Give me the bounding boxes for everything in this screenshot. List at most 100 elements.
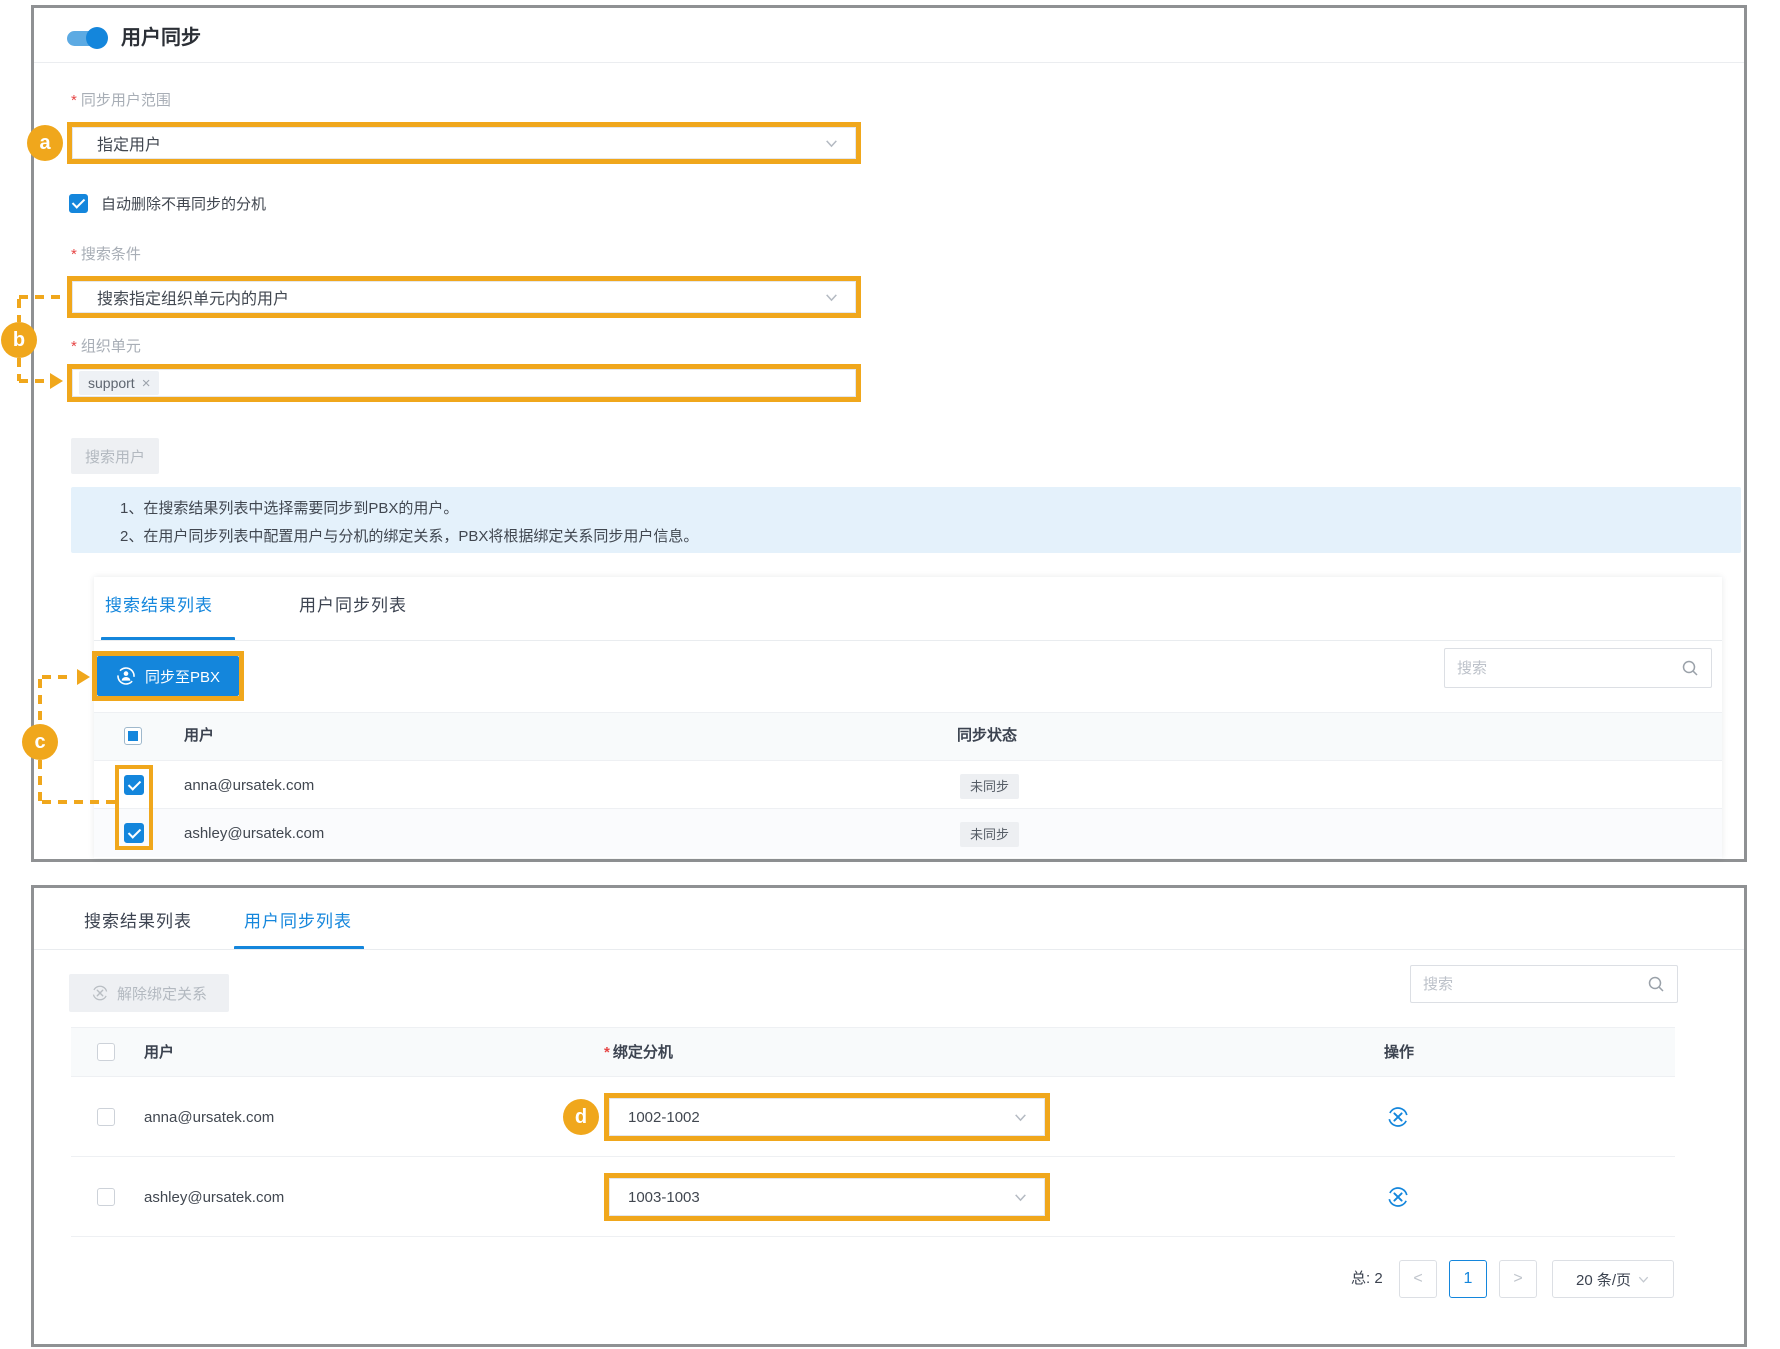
sync-user-icon — [116, 666, 136, 686]
tab-user-sync[interactable]: 用户同步列表 — [299, 595, 407, 617]
chevron-down-icon — [1013, 1110, 1028, 1125]
required-mark: * — [71, 246, 77, 263]
info-box: 1、在搜索结果列表中选择需要同步到PBX的用户。 2、在用户同步列表中配置用户与… — [71, 487, 1741, 553]
screenshot-stage: 用户同步 *同步用户范围 指定用户 a 自动删除不再同步的分机 *搜索条件 搜索… — [0, 0, 1780, 1349]
column-header-operation: 操作 — [1384, 1044, 1414, 1062]
sync-status-badge: 未同步 — [960, 822, 1019, 847]
org-unit-tag: support × — [79, 371, 159, 395]
info-line-2: 2、在用户同步列表中配置用户与分机的绑定关系，PBX将根据绑定关系同步用户信息。 — [71, 527, 1741, 547]
page-title: 用户同步 — [121, 26, 201, 50]
tabbar-divider — [34, 949, 1744, 950]
highlight-box-sync-button: 同步至PBX — [92, 651, 244, 701]
annotation-marker-c: c — [22, 724, 58, 760]
next-page-button[interactable]: > — [1499, 1260, 1537, 1298]
annotation-line — [19, 379, 50, 383]
column-header-sync-status: 同步状态 — [957, 727, 1017, 745]
unbind-icon — [91, 984, 109, 1002]
toggle-knob — [86, 27, 108, 49]
required-mark: * — [71, 92, 77, 109]
annotation-line — [17, 299, 21, 322]
unbind-action-icon[interactable] — [1386, 1105, 1410, 1129]
search-users-button[interactable]: 搜索用户 — [71, 438, 159, 474]
sync-scope-label: *同步用户范围 — [71, 92, 171, 110]
search-results-card: 搜索结果列表 用户同步列表 同步至PBX — [94, 577, 1722, 858]
required-mark: * — [71, 338, 77, 355]
user-sync-list-panel: 搜索结果列表 用户同步列表 解除绑定关系 用户 *绑定分机 操作 — [31, 885, 1747, 1347]
annotation-line — [38, 760, 42, 804]
annotation-line — [17, 358, 21, 381]
org-unit-input[interactable]: support × — [72, 369, 856, 397]
sync-scope-select[interactable]: 指定用户 — [72, 127, 856, 159]
annotation-marker-d: d — [563, 1099, 599, 1135]
search-condition-value: 搜索指定组织单元内的用户 — [97, 285, 289, 309]
unbind-action-icon[interactable] — [1386, 1185, 1410, 1209]
search-condition-select[interactable]: 搜索指定组织单元内的用户 — [72, 281, 856, 313]
highlight-box-extension-select: 1002-1002 — [604, 1093, 1050, 1141]
page-size-select[interactable]: 20 条/页 — [1552, 1260, 1674, 1298]
tab-user-sync[interactable]: 用户同步列表 — [244, 911, 352, 933]
highlight-box-extension-select: 1003-1003 — [604, 1173, 1050, 1221]
extension-value: 1003-1003 — [628, 1189, 700, 1206]
column-header-bind-extension: *绑定分机 — [604, 1044, 673, 1062]
tabbar-divider — [94, 640, 1722, 641]
chevron-down-icon — [1637, 1273, 1650, 1286]
annotation-marker-a: a — [27, 125, 63, 161]
extension-select[interactable]: 1002-1002 — [609, 1098, 1045, 1136]
table-header — [71, 1027, 1675, 1077]
table-row — [94, 761, 1722, 809]
select-all-checkbox[interactable] — [97, 1043, 115, 1061]
org-unit-tag-text: support — [88, 375, 135, 391]
pagination-total: 总: 2 — [1351, 1271, 1383, 1287]
header-divider — [34, 62, 1744, 63]
user-email: anna@ursatek.com — [144, 1109, 274, 1127]
search-box — [1410, 965, 1678, 1003]
required-mark: * — [604, 1044, 610, 1061]
tab-search-results[interactable]: 搜索结果列表 — [105, 595, 213, 617]
user-email: ashley@ursatek.com — [184, 825, 324, 843]
auto-delete-label: 自动删除不再同步的分机 — [101, 195, 266, 214]
auto-delete-checkbox[interactable] — [69, 194, 88, 213]
column-header-user: 用户 — [144, 1044, 174, 1062]
search-icon — [1681, 659, 1699, 677]
annotation-line — [19, 295, 67, 299]
search-input[interactable] — [1423, 976, 1647, 993]
chevron-down-icon — [824, 136, 839, 151]
prev-page-button[interactable]: < — [1399, 1260, 1437, 1298]
annotation-line — [42, 675, 73, 679]
chevron-down-icon — [824, 290, 839, 305]
extension-value: 1002-1002 — [628, 1109, 700, 1126]
row-checkbox[interactable] — [97, 1108, 115, 1126]
page-1-button[interactable]: 1 — [1449, 1260, 1487, 1298]
table-row — [94, 809, 1722, 857]
row-checkbox[interactable] — [97, 1188, 115, 1206]
search-box — [1444, 648, 1712, 688]
tab-search-results[interactable]: 搜索结果列表 — [84, 911, 192, 933]
annotation-marker-b: b — [1, 322, 37, 358]
column-header-user: 用户 — [184, 727, 214, 745]
user-sync-toggle[interactable] — [67, 31, 105, 46]
highlight-box-row-checkboxes — [115, 765, 153, 850]
search-condition-label: *搜索条件 — [71, 246, 141, 264]
extension-select[interactable]: 1003-1003 — [609, 1178, 1045, 1216]
highlight-box-condition: 搜索指定组织单元内的用户 — [67, 276, 861, 318]
unbind-button[interactable]: 解除绑定关系 — [69, 974, 229, 1012]
tag-remove-icon[interactable]: × — [142, 376, 151, 391]
page-size-value: 20 条/页 — [1576, 1269, 1631, 1290]
table-header — [94, 712, 1722, 761]
sync-scope-value: 指定用户 — [97, 131, 161, 155]
sync-status-badge: 未同步 — [960, 774, 1019, 799]
search-input[interactable] — [1457, 660, 1681, 677]
highlight-box-scope: 指定用户 — [67, 122, 861, 164]
unbind-button-label: 解除绑定关系 — [117, 983, 207, 1004]
info-line-1: 1、在搜索结果列表中选择需要同步到PBX的用户。 — [71, 499, 1741, 519]
annotation-arrow — [77, 669, 90, 685]
user-sync-settings-panel: 用户同步 *同步用户范围 指定用户 a 自动删除不再同步的分机 *搜索条件 搜索… — [31, 5, 1747, 862]
annotation-arrow — [50, 373, 63, 389]
annotation-line — [42, 800, 115, 804]
select-all-checkbox[interactable] — [124, 727, 142, 745]
sync-to-pbx-button[interactable]: 同步至PBX — [97, 656, 239, 696]
chevron-down-icon — [1013, 1190, 1028, 1205]
annotation-line — [38, 679, 42, 724]
search-icon — [1647, 975, 1665, 993]
sync-to-pbx-label: 同步至PBX — [145, 666, 220, 687]
